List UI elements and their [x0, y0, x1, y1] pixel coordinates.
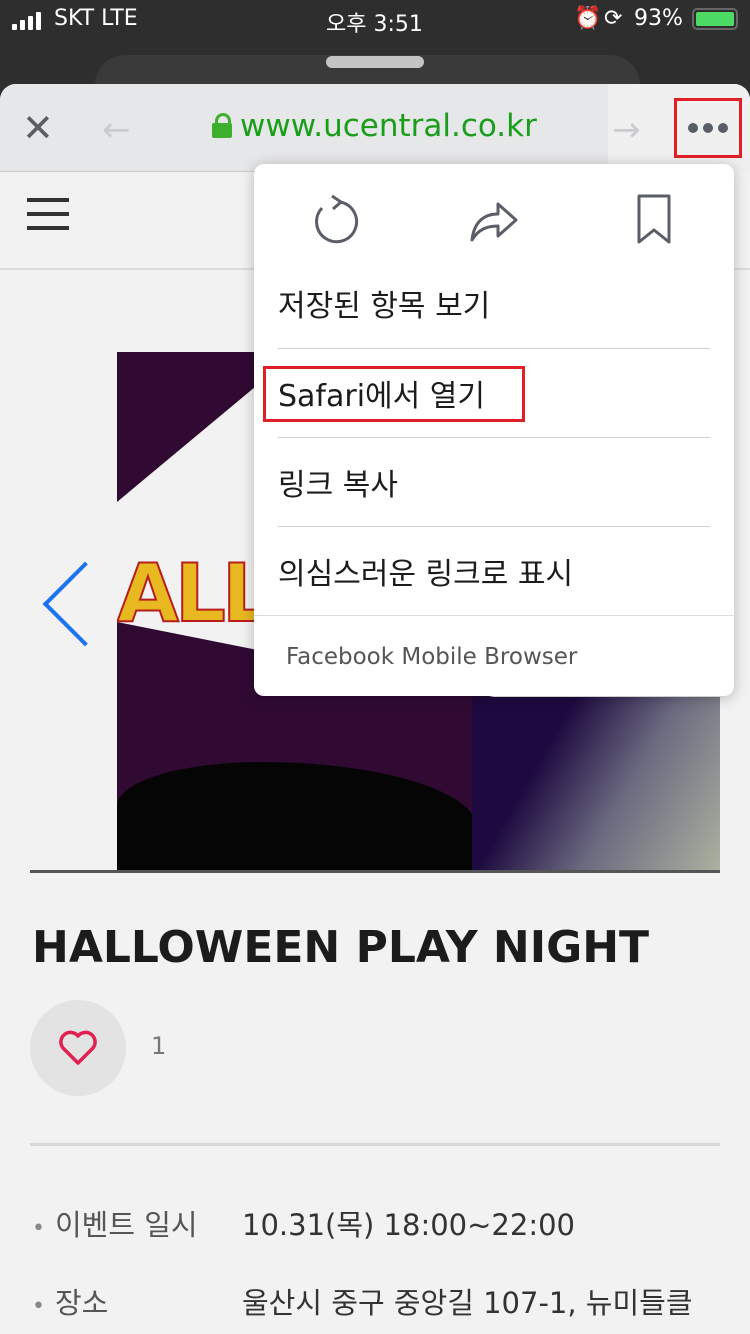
info-row-date: • 이벤트 일시 10.31(목) 18:00~22:00: [32, 1208, 575, 1242]
like-count: 1: [151, 1032, 167, 1060]
lock-icon: [212, 113, 232, 139]
heart-icon: [59, 1030, 97, 1065]
menu-item-copy-link[interactable]: 링크 복사: [278, 437, 710, 526]
arrow-right-icon[interactable]: →: [612, 110, 641, 150]
browser-more-menu: 저장된 항목 보기 Safari에서 열기 링크 복사 의심스러운 링크로 표시…: [254, 164, 734, 696]
divider: [30, 1143, 720, 1146]
menu-footer: Facebook Mobile Browser: [254, 615, 734, 696]
browser-toolbar: ✕ ← www.ucentral.co.kr →: [0, 84, 750, 172]
battery-percent: 93%: [634, 6, 683, 31]
reload-icon[interactable]: [310, 192, 360, 248]
more-button[interactable]: [674, 98, 742, 158]
hamburger-menu-icon[interactable]: [27, 198, 69, 240]
chevron-left-icon[interactable]: [42, 561, 128, 647]
more-dots-icon: [688, 123, 698, 133]
url-text: www.ucentral.co.kr: [240, 108, 537, 144]
rotation-lock-icon: ⟳: [604, 6, 623, 31]
alarm-icon: ⏰: [574, 6, 602, 31]
menu-item-report-link[interactable]: 의심스러운 링크로 표시: [278, 526, 710, 615]
divider: [30, 870, 720, 873]
sheet-grabber[interactable]: [326, 56, 424, 68]
highlight-box: [263, 366, 525, 422]
arrow-left-icon[interactable]: ←: [102, 110, 131, 150]
clock: 오후 3:51: [326, 12, 423, 37]
status-bar: SKT LTE 오후 3:51 ⏰ ⟳ 93%: [0, 0, 750, 40]
carrier: SKT LTE: [54, 6, 138, 31]
share-icon[interactable]: [468, 192, 518, 248]
bookmark-icon[interactable]: [634, 192, 684, 248]
like-button[interactable]: [30, 1000, 126, 1096]
battery-icon: [692, 8, 738, 30]
menu-item-saved[interactable]: 저장된 항목 보기: [278, 258, 710, 347]
signal-icon: [12, 12, 41, 30]
page-title: HALLOWEEN PLAY NIGHT: [32, 922, 650, 973]
info-row-place: • 장소 울산시 중구 중앙길 107-1, 뉴미들클: [32, 1286, 693, 1320]
close-icon[interactable]: ✕: [22, 109, 54, 147]
url-display[interactable]: www.ucentral.co.kr: [212, 108, 537, 144]
